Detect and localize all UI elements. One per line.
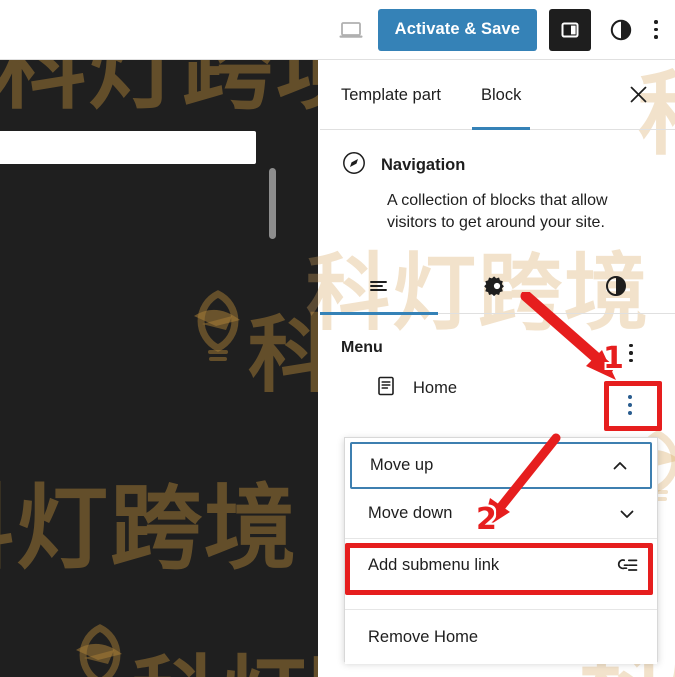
dropdown-item-remove-home-label: Remove Home (368, 627, 479, 646)
block-info-header: Navigation (341, 150, 651, 181)
activate-and-save-button[interactable]: Activate & Save (377, 8, 537, 51)
dropdown-item-move-down[interactable]: Move down (345, 489, 657, 538)
watermark-logo-canvas (176, 286, 260, 370)
dropdown-item-add-submenu-link[interactable]: Add submenu link (345, 539, 657, 591)
menu-options-kebab-icon[interactable] (621, 337, 641, 369)
close-icon[interactable] (623, 80, 653, 110)
add-submenu-icon (615, 555, 639, 575)
canvas-selected-block[interactable] (0, 131, 256, 164)
watermark-logo-canvas-bottom (58, 620, 142, 677)
screenshot-root: 科灯跨境 科灯跨境 科灯跨境 科灯跨境 科灯跨境 科灯跨境 (0, 0, 675, 677)
settings-list-icon[interactable] (320, 258, 439, 315)
gear-icon[interactable] (438, 258, 556, 314)
editor-canvas[interactable]: 科灯跨境 科灯跨境 科灯跨境 科灯跨境 (0, 60, 318, 677)
block-title: Navigation (381, 156, 466, 174)
watermark-canvas-4: 科灯跨境 (132, 626, 318, 677)
watermark-canvas-3: 科灯跨境 (0, 475, 299, 582)
tab-template-part[interactable]: Template part (341, 60, 441, 130)
block-description: A collection of blocks that allow visito… (387, 192, 608, 232)
dropdown-item-move-down-label: Move down (368, 504, 453, 522)
canvas-scrollbar[interactable] (269, 168, 276, 239)
watermark-canvas-1: 科灯跨境 (0, 60, 318, 122)
top-toolbar: Activate & Save (0, 0, 675, 60)
dropdown-item-remove-home[interactable]: Remove Home (345, 610, 657, 664)
dropdown-item-move-up[interactable]: Move up (350, 442, 652, 489)
tab-block[interactable]: Block (471, 60, 531, 130)
dropdown-item-move-up-label: Move up (370, 456, 434, 474)
dropdown-item-add-submenu-link-label: Add submenu link (368, 555, 500, 574)
navigation-compass-icon (341, 150, 367, 181)
block-options-dropdown: Move up Move down Add submenu link Remov… (344, 437, 658, 664)
vertical-ellipsis-icon[interactable] (643, 9, 669, 51)
menu-item-home-label: Home (413, 378, 458, 397)
chevron-down-icon (615, 504, 639, 524)
sidebar-tabs: Template part Block (320, 60, 675, 130)
block-info: Navigation A collection of blocks that a… (320, 130, 675, 234)
sidebar-icon-tabs (320, 258, 675, 315)
watermark-canvas-2: 科灯跨境 (248, 306, 318, 404)
styles-contrast-icon[interactable] (557, 258, 675, 314)
page-document-icon (375, 375, 397, 402)
chevron-up-icon (608, 456, 632, 476)
laptop-icon[interactable] (334, 13, 368, 47)
sidebar-panel-icon[interactable] (549, 8, 591, 51)
menu-item-home-kebab-icon[interactable] (614, 386, 646, 424)
contrast-half-circle-icon[interactable] (601, 9, 641, 51)
